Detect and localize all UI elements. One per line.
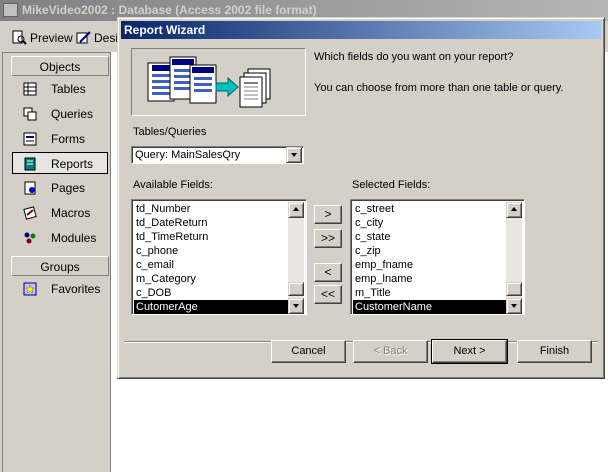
list-item[interactable]: c_phone (134, 244, 288, 258)
object-label: Pages (51, 181, 86, 195)
scroll-up-arrow[interactable] (506, 202, 522, 218)
scroll-down-arrow[interactable] (506, 298, 522, 314)
list-item[interactable]: c_state (353, 230, 506, 244)
list-item[interactable]: emp_fname (353, 258, 506, 272)
list-item[interactable]: td_DateReturn (134, 216, 288, 230)
scroll-down-arrow[interactable] (288, 298, 304, 314)
report-icon (24, 157, 36, 171)
objects-header[interactable]: Objects (11, 56, 109, 76)
wizard-hint: You can choose from more than one table … (314, 82, 564, 94)
available-fields-label: Available Fields: (133, 179, 213, 191)
list-item[interactable]: m_Category (134, 272, 288, 286)
object-label: Tables (51, 82, 86, 96)
wizard-prompt: Which fields do you want on your report? (314, 51, 514, 63)
scroll-thumb[interactable] (288, 282, 304, 296)
back-button[interactable]: < Back (353, 340, 428, 363)
dialog-titlebar[interactable]: Report Wizard (121, 21, 601, 39)
selected-fields-label: Selected Fields: (352, 179, 431, 191)
cancel-button[interactable]: Cancel (271, 340, 346, 363)
scroll-thumb[interactable] (506, 282, 522, 296)
available-fields-list[interactable]: td_Number td_DateReturn td_TimeReturn c_… (131, 199, 307, 315)
object-reports[interactable]: Reports (12, 152, 108, 174)
objects-bar: Objects Tables Queries Forms Reports Pag… (2, 52, 110, 472)
design-icon (76, 31, 91, 44)
dialog-title: Report Wizard (124, 23, 206, 37)
preview-button[interactable]: Preview (10, 27, 73, 49)
list-item[interactable]: m_Title (353, 286, 506, 300)
groups-header[interactable]: Groups (11, 256, 109, 276)
add-all-fields-button[interactable]: >> (314, 229, 342, 248)
macro-icon (23, 206, 37, 220)
list-item[interactable]: emp_lname (353, 272, 506, 286)
tables-queries-label: Tables/Queries (133, 126, 207, 138)
remove-field-button[interactable]: < (314, 263, 342, 282)
list-item[interactable]: c_street (353, 202, 506, 216)
group-favorites[interactable]: Favorites (13, 278, 109, 300)
selected-fields-scrollbar[interactable] (506, 202, 522, 314)
database-icon (3, 3, 18, 17)
object-queries[interactable]: Queries (13, 103, 109, 125)
report-wizard-dialog: Report Wizard Which fields do you want o… (117, 17, 605, 379)
list-item[interactable]: c_DOB (134, 286, 288, 300)
list-item[interactable]: c_city (353, 216, 506, 230)
next-button[interactable]: Next > (431, 339, 508, 364)
combo-dropdown-arrow[interactable] (286, 147, 302, 163)
finish-button[interactable]: Finish (517, 340, 592, 363)
object-label: Queries (51, 107, 94, 121)
object-modules[interactable]: Modules (13, 227, 109, 249)
tables-queries-value: Query: MainSalesQry (135, 149, 241, 161)
db-window-title: MikeVideo2002 : Database (Access 2002 fi… (22, 3, 317, 17)
object-label: Reports (51, 157, 94, 171)
object-forms[interactable]: Forms (13, 128, 109, 150)
preview-label: Preview (30, 31, 73, 45)
wizard-illustration (131, 48, 306, 116)
object-label: Macros (51, 206, 91, 220)
list-item-selected[interactable]: CutomerAge (134, 300, 288, 314)
available-fields-scrollbar[interactable] (288, 202, 304, 314)
object-label: Modules (51, 231, 97, 245)
favorites-icon (23, 282, 37, 296)
add-field-button[interactable]: > (314, 205, 342, 224)
list-item[interactable]: td_Number (134, 202, 288, 216)
list-item[interactable]: c_email (134, 258, 288, 272)
fields-transfer-icon (147, 56, 271, 108)
module-icon (24, 232, 36, 244)
page-icon (24, 181, 36, 195)
tables-queries-combo[interactable]: Query: MainSalesQry (131, 146, 304, 164)
preview-icon (12, 30, 27, 45)
query-icon (23, 107, 37, 121)
selected-fields-list[interactable]: c_street c_city c_state c_zip emp_fname … (350, 199, 525, 315)
remove-all-fields-button[interactable]: << (314, 285, 342, 304)
list-item-selected[interactable]: CustomerName (353, 300, 506, 314)
table-icon (23, 82, 37, 96)
list-item[interactable]: c_zip (353, 244, 506, 258)
object-macros[interactable]: Macros (13, 202, 109, 224)
object-label: Forms (51, 132, 85, 146)
scroll-up-arrow[interactable] (288, 202, 304, 218)
object-label: Favorites (51, 282, 101, 296)
object-tables[interactable]: Tables (13, 78, 109, 100)
object-pages[interactable]: Pages (13, 177, 109, 199)
list-item[interactable]: td_TimeReturn (134, 230, 288, 244)
form-icon (23, 132, 37, 146)
